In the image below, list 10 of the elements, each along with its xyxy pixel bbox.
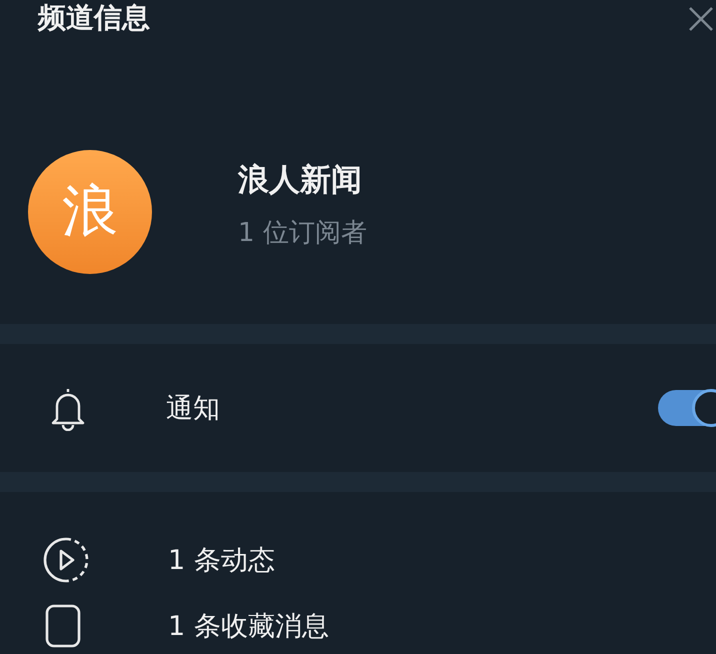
channel-avatar: 浪 [28,150,152,274]
stat-label[interactable]: 1 条收藏消息 [168,608,329,644]
notifications-label: 通知 [166,392,221,426]
subscriber-count: 1 位订阅者 [238,216,367,250]
channel-name: 浪人新闻 [238,160,363,200]
stat-label[interactable]: 1 条动态 [168,542,275,578]
close-button[interactable] [688,6,714,32]
play-circle-icon [42,536,90,584]
panel-title: 频道信息 [38,0,150,36]
notifications-toggle[interactable] [658,390,716,426]
